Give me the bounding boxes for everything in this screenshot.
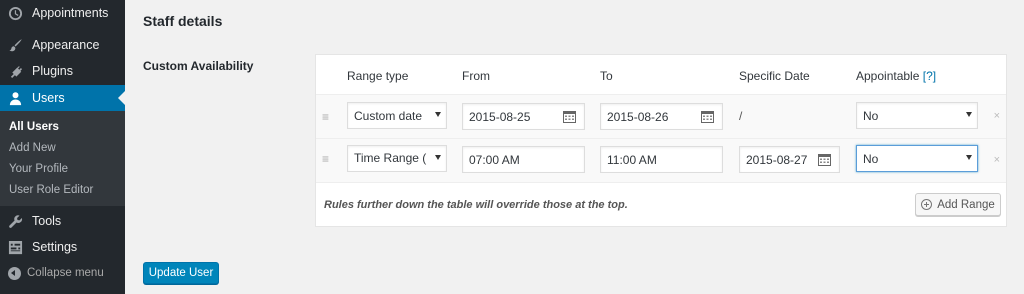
chevron-down-icon xyxy=(966,155,972,160)
add-circle-icon xyxy=(921,199,933,210)
menu-item-tools[interactable]: Tools xyxy=(0,208,125,234)
menu-item-plugins[interactable]: Plugins xyxy=(0,58,125,84)
menu-item-appointments[interactable]: Appointments xyxy=(0,0,125,26)
specific-date-input[interactable]: 2015-08-27 xyxy=(739,146,840,173)
to-value: 11:00 AM xyxy=(607,152,657,167)
range-type-value: Time Range ( xyxy=(354,151,427,165)
submenu-add-new[interactable]: Add New xyxy=(9,142,56,154)
availability-table: Range type From To Specific Date Appoint… xyxy=(315,54,1007,227)
from-value: 07:00 AM xyxy=(469,152,520,167)
specific-date-value: 2015-08-27 xyxy=(746,152,808,167)
remove-row-button[interactable]: × xyxy=(994,110,1000,122)
header-specific-date: Specific Date xyxy=(739,69,810,83)
override-note: Rules further down the table will overri… xyxy=(324,199,628,211)
appointable-value: No xyxy=(863,108,879,123)
from-date-input[interactable]: 2015-08-25 xyxy=(462,103,585,130)
specific-date-placeholder: / xyxy=(739,109,743,123)
collapse-menu-button[interactable]: Collapse menu xyxy=(0,262,125,284)
appointable-help-link[interactable]: [?] xyxy=(923,69,936,83)
menu-item-appearance[interactable]: Appearance xyxy=(0,32,125,58)
header-appointable-label: Appointable xyxy=(856,69,920,83)
calendar-icon[interactable] xyxy=(818,153,831,166)
collapse-arrow-icon xyxy=(8,266,21,280)
collapse-label: Collapse menu xyxy=(27,267,104,279)
to-time-input[interactable]: 11:00 AM xyxy=(600,146,723,173)
chevron-down-icon xyxy=(435,155,441,160)
menu-label: Users xyxy=(32,91,65,105)
admin-sidebar: Appointments Appearance Plugins Users Al… xyxy=(0,0,125,294)
menu-label: Tools xyxy=(32,214,62,228)
range-type-select[interactable]: Custom date xyxy=(347,102,447,129)
chevron-down-icon xyxy=(966,112,972,117)
menu-label: Plugins xyxy=(32,64,73,78)
menu-item-users[interactable]: Users xyxy=(0,85,125,111)
header-range-type: Range type xyxy=(347,69,409,83)
range-type-select[interactable]: Time Range ( xyxy=(347,145,447,172)
drag-handle[interactable]: ≡ xyxy=(322,153,329,165)
menu-label: Appearance xyxy=(32,38,100,52)
remove-row-button[interactable]: × xyxy=(994,154,1000,166)
from-time-input[interactable]: 07:00 AM xyxy=(462,146,585,173)
add-range-label: Add Range xyxy=(937,198,995,211)
add-range-button[interactable]: Add Range xyxy=(915,193,1001,216)
settings-icon xyxy=(6,238,24,256)
header-appointable: Appointable [?] xyxy=(856,69,936,83)
section-title: Staff details xyxy=(143,13,223,29)
menu-label: Settings xyxy=(32,240,78,254)
submenu-user-role-editor[interactable]: User Role Editor xyxy=(9,184,93,196)
wrench-icon xyxy=(6,212,24,230)
clock-icon xyxy=(6,4,24,22)
calendar-icon[interactable] xyxy=(563,110,576,123)
appointable-select[interactable]: No xyxy=(856,145,978,172)
update-user-button[interactable]: Update User xyxy=(143,262,219,284)
calendar-icon[interactable] xyxy=(701,110,714,123)
to-value: 2015-08-26 xyxy=(607,109,669,124)
submenu-your-profile[interactable]: Your Profile xyxy=(9,163,68,175)
header-to: To xyxy=(600,69,613,83)
drag-handle[interactable]: ≡ xyxy=(322,111,329,123)
header-from: From xyxy=(462,69,490,83)
range-type-value: Custom date xyxy=(354,108,423,123)
menu-label: Appointments xyxy=(32,6,109,20)
appointable-value: No xyxy=(863,151,879,166)
submenu-all-users[interactable]: All Users xyxy=(9,121,59,133)
to-date-input[interactable]: 2015-08-26 xyxy=(600,103,723,130)
users-submenu: All Users Add New Your Profile User Role… xyxy=(0,111,125,206)
plugin-icon xyxy=(6,62,24,80)
chevron-down-icon xyxy=(435,112,441,117)
row-divider xyxy=(316,182,1006,183)
users-icon xyxy=(6,89,24,107)
field-label: Custom Availability xyxy=(143,59,254,73)
menu-item-settings[interactable]: Settings xyxy=(0,234,125,260)
paintbrush-icon xyxy=(6,36,24,54)
from-value: 2015-08-25 xyxy=(469,109,531,124)
appointable-select[interactable]: No xyxy=(856,102,978,129)
